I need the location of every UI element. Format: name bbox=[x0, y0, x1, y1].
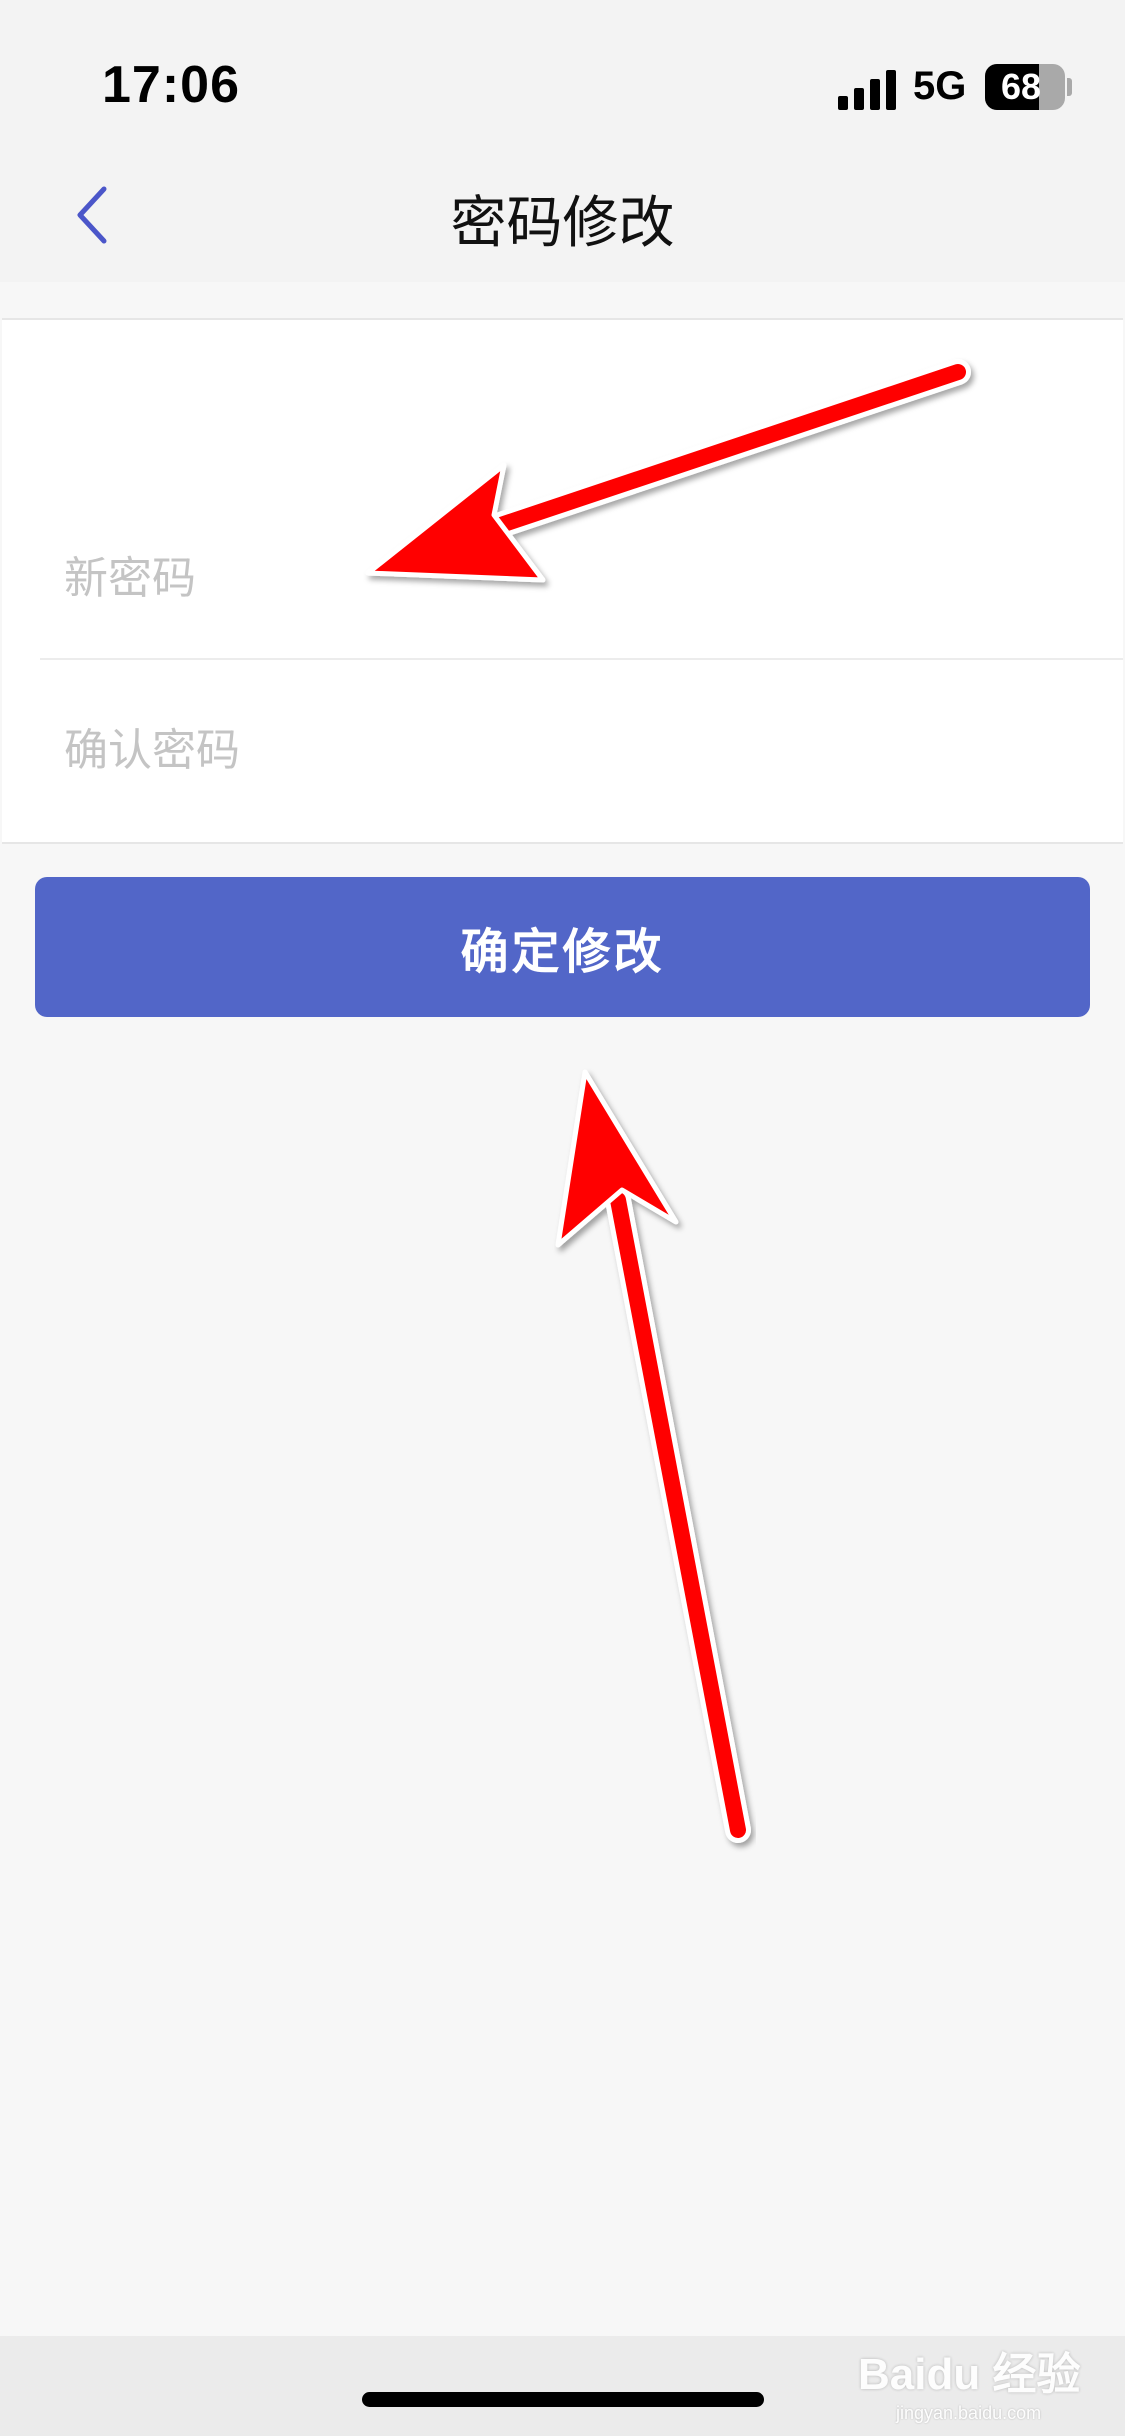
network-type: 5G bbox=[913, 64, 967, 108]
password-form bbox=[2, 318, 1123, 844]
home-indicator[interactable] bbox=[362, 2392, 764, 2407]
battery-level: 68 bbox=[1000, 66, 1042, 107]
baidu-watermark-domain: jingyan.baidu.com bbox=[896, 2403, 1042, 2423]
nav-bar: 密码修改 bbox=[0, 150, 1125, 282]
new-password-input[interactable] bbox=[40, 518, 1123, 638]
signal-icon bbox=[838, 68, 898, 110]
confirm-password-input[interactable] bbox=[40, 690, 1123, 810]
status-time: 17:06 bbox=[102, 56, 240, 114]
arrow-to-confirm-button bbox=[555, 1069, 751, 1843]
status-bar: 17:06 5G 68 bbox=[0, 0, 1125, 150]
page-title: 密码修改 bbox=[450, 191, 675, 256]
battery-tip bbox=[1067, 78, 1072, 96]
baidu-watermark-logo: Baidu 经验 bbox=[858, 2350, 1081, 2399]
field-divider bbox=[40, 658, 1123, 660]
confirm-change-button[interactable]: 确定修改 bbox=[35, 877, 1090, 1017]
battery-icon: 68 bbox=[985, 64, 1065, 110]
